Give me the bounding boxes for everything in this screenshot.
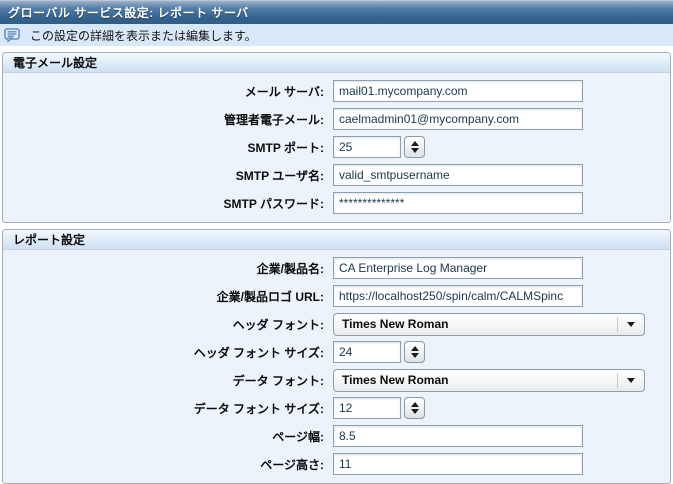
data-font-dropdown[interactable]: Times New Roman (333, 368, 645, 392)
info-bar: この設定の詳細を表示または編集します。 (0, 24, 673, 46)
page-height-input[interactable] (333, 453, 583, 475)
spinner-down-icon[interactable] (410, 409, 419, 414)
field-row-smtp-port: SMTP ポート: (3, 136, 670, 158)
company-product-name-label: 企業/製品名: (256, 261, 324, 276)
info-bar-text: この設定の詳細を表示または編集します。 (30, 28, 257, 43)
window-title-bar: グローバル サービス設定: レポート サーバ (0, 0, 673, 24)
spinner-up-icon[interactable] (410, 402, 419, 407)
logo-url-input[interactable] (333, 285, 583, 307)
field-row-mail-server: メール サーバ: (3, 80, 670, 102)
page-title: グローバル サービス設定: レポート サーバ (8, 6, 249, 20)
smtp-user-label: SMTP ユーザ名: (235, 168, 324, 183)
logo-url-label: 企業/製品ロゴ URL: (216, 289, 324, 304)
smtp-port-label: SMTP ポート: (247, 140, 324, 155)
admin-email-input[interactable] (333, 108, 583, 130)
report-settings-header: レポート設定 (3, 230, 670, 250)
field-row-data-font-size: データ フォント サイズ: (3, 397, 670, 419)
page-width-label: ページ幅: (272, 429, 324, 444)
mail-server-label: メール サーバ: (244, 84, 324, 99)
field-row-logo-url: 企業/製品ロゴ URL: (3, 285, 670, 307)
header-font-dropdown[interactable]: Times New Roman (333, 312, 645, 336)
data-font-label: データ フォント: (232, 373, 324, 388)
data-font-size-label: データ フォント サイズ: (193, 401, 324, 416)
smtp-password-label: SMTP パスワード: (223, 196, 324, 211)
field-row-header-font-size: ヘッダ フォント サイズ: (3, 341, 670, 363)
mail-server-input[interactable] (333, 80, 583, 102)
comment-icon (4, 27, 21, 43)
header-font-size-label: ヘッダ フォント サイズ: (193, 345, 324, 360)
page-height-label: ページ高さ: (260, 457, 324, 472)
dropdown-arrow-icon[interactable] (617, 316, 644, 332)
header-font-size-stepper[interactable] (404, 341, 425, 363)
field-row-admin-email: 管理者電子メール: (3, 108, 670, 130)
field-row-data-font: データ フォント: Times New Roman (3, 368, 670, 392)
header-font-size-input[interactable] (333, 341, 401, 363)
dropdown-arrow-icon[interactable] (617, 372, 644, 388)
field-row-company-product-name: 企業/製品名: (3, 257, 670, 279)
email-settings-section: 電子メール設定 メール サーバ: 管理者電子メール: SMTP ポート: (2, 52, 671, 223)
field-row-page-width: ページ幅: (3, 425, 670, 447)
smtp-password-input[interactable] (333, 192, 583, 214)
field-row-smtp-password: SMTP パスワード: (3, 192, 670, 214)
field-row-smtp-user: SMTP ユーザ名: (3, 164, 670, 186)
spinner-up-icon[interactable] (410, 346, 419, 351)
header-font-label: ヘッダ フォント: (232, 317, 324, 332)
email-settings-header: 電子メール設定 (3, 53, 670, 73)
smtp-port-input[interactable] (333, 136, 401, 158)
page-width-input[interactable] (333, 425, 583, 447)
data-font-size-input[interactable] (333, 397, 401, 419)
smtp-port-stepper[interactable] (404, 136, 425, 158)
report-settings-section: レポート設定 企業/製品名: 企業/製品ロゴ URL: ヘッダ フォント: Ti… (2, 229, 671, 484)
field-row-header-font: ヘッダ フォント: Times New Roman (3, 312, 670, 336)
spinner-down-icon[interactable] (410, 353, 419, 358)
spinner-down-icon[interactable] (410, 148, 419, 153)
header-font-selected-value: Times New Roman (342, 317, 449, 331)
company-product-name-input[interactable] (333, 257, 583, 279)
data-font-selected-value: Times New Roman (342, 373, 449, 387)
admin-email-label: 管理者電子メール: (224, 112, 324, 127)
smtp-username-input[interactable] (333, 164, 583, 186)
data-font-size-stepper[interactable] (404, 397, 425, 419)
field-row-page-height: ページ高さ: (3, 453, 670, 475)
spinner-up-icon[interactable] (410, 141, 419, 146)
